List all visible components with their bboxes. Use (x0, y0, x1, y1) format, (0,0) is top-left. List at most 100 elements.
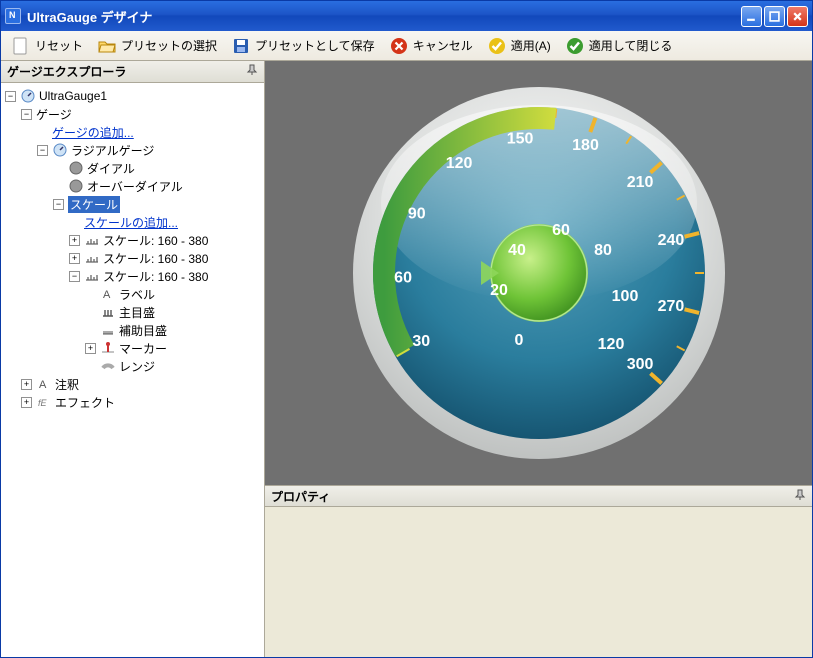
tree-row[interactable]: + マーカー (1, 339, 264, 357)
blank-page-icon (11, 36, 31, 56)
apply-close-button[interactable]: 適用して閉じる (559, 34, 679, 58)
tree-label[interactable]: 注釈 (55, 376, 79, 393)
tree-label[interactable]: スケール (68, 196, 120, 213)
svg-text:A: A (103, 289, 111, 301)
save-preset-button[interactable]: プリセットとして保存 (225, 34, 381, 58)
range-icon (100, 359, 116, 373)
expand-icon[interactable]: + (69, 253, 80, 264)
folder-open-icon (97, 36, 117, 56)
tree-label[interactable]: エフェクト (55, 394, 115, 411)
svg-text:80: 80 (594, 242, 612, 259)
tree-row[interactable]: + スケール: 160 - 380 (1, 249, 264, 267)
select-preset-label: プリセットの選択 (121, 37, 217, 54)
toolbar: リセット プリセットの選択 プリセットとして保存 キャンセル 適用(A) 適用し… (1, 31, 812, 61)
content: ゲージエクスプローラ −UltraGauge1−ゲージゲージの追加...−ラジア… (1, 61, 812, 657)
tree-label[interactable]: ラジアルゲージ (71, 142, 154, 159)
svg-text:150: 150 (506, 130, 533, 147)
tree-row[interactable]: −ゲージ (1, 105, 264, 123)
apply-label: 適用(A) (511, 37, 551, 54)
tree-label[interactable]: スケールの追加... (84, 214, 178, 231)
svg-text:240: 240 (657, 232, 684, 249)
tree-label[interactable]: UltraGauge1 (39, 89, 107, 103)
tree-label[interactable]: ダイアル (87, 160, 135, 177)
tree-row[interactable]: − UltraGauge1 (1, 87, 264, 105)
tree-row[interactable]: スケールの追加... (1, 213, 264, 231)
tree-row[interactable]: − ラジアルゲージ (1, 141, 264, 159)
expand-icon[interactable]: + (21, 379, 32, 390)
tree-row[interactable]: 補助目盛 (1, 321, 264, 339)
svg-text:120: 120 (597, 336, 624, 353)
expand-icon[interactable]: + (21, 397, 32, 408)
reset-label: リセット (35, 37, 83, 54)
expand-icon[interactable]: + (85, 343, 96, 354)
tree-row[interactable]: ダイアル (1, 159, 264, 177)
minimize-button[interactable] (741, 6, 762, 27)
tree-label[interactable]: オーバーダイアル (87, 178, 183, 195)
svg-text:20: 20 (490, 282, 508, 299)
tree-row[interactable]: A ラベル (1, 285, 264, 303)
tree-label[interactable]: 補助目盛 (119, 322, 167, 339)
tree-row[interactable]: + fE エフェクト (1, 393, 264, 411)
ok-icon (565, 36, 585, 56)
tree-label[interactable]: レンジ (119, 358, 155, 375)
close-button[interactable] (787, 6, 808, 27)
reset-button[interactable]: リセット (5, 34, 89, 58)
radial-gauge: 306090120150180210240270300 020406080100… (349, 83, 729, 463)
window-title: UltraGauge デザイナ (27, 7, 741, 26)
apply-icon (487, 36, 507, 56)
ticks-icon (100, 323, 116, 337)
ticks-icon (100, 305, 116, 319)
tree-label[interactable]: ラベル (119, 286, 155, 303)
pin-icon[interactable] (246, 64, 258, 79)
cancel-button[interactable]: キャンセル (383, 34, 479, 58)
explorer-title: ゲージエクスプローラ (7, 63, 126, 80)
svg-text:300: 300 (626, 356, 653, 373)
svg-text:60: 60 (394, 270, 412, 287)
gauge-icon (52, 143, 68, 157)
tree-row[interactable]: + スケール: 160 - 380 (1, 231, 264, 249)
select-preset-button[interactable]: プリセットの選択 (91, 34, 223, 58)
svg-text:90: 90 (407, 205, 425, 222)
tree-label[interactable]: 主目盛 (119, 304, 155, 321)
collapse-icon[interactable]: − (21, 109, 32, 120)
cancel-icon (389, 36, 409, 56)
tree-row[interactable]: ゲージの追加... (1, 123, 264, 141)
properties-header[interactable]: プロパティ (265, 485, 812, 507)
tree-row[interactable]: − スケール: 160 - 380 (1, 267, 264, 285)
scale-icon (84, 251, 100, 265)
titlebar[interactable]: UltraGauge デザイナ (1, 1, 812, 31)
gauge-preview: 306090120150180210240270300 020406080100… (265, 61, 812, 485)
collapse-icon[interactable]: − (37, 145, 48, 156)
maximize-button[interactable] (764, 6, 785, 27)
properties-title: プロパティ (271, 488, 330, 505)
svg-text:fE: fE (38, 398, 48, 408)
explorer-header[interactable]: ゲージエクスプローラ (1, 61, 264, 83)
app-window: UltraGauge デザイナ リセット プリセットの選択 プリセットとして保存… (0, 0, 813, 658)
expand-icon[interactable]: + (69, 235, 80, 246)
tree-row[interactable]: オーバーダイアル (1, 177, 264, 195)
save-icon (231, 36, 251, 56)
collapse-icon[interactable]: − (53, 199, 64, 210)
marker-icon (100, 341, 116, 355)
svg-text:120: 120 (445, 155, 472, 172)
tree-row[interactable]: 主目盛 (1, 303, 264, 321)
tree-label[interactable]: マーカー (119, 340, 167, 357)
svg-text:270: 270 (657, 298, 684, 315)
pin-icon[interactable] (794, 489, 806, 504)
tree[interactable]: −UltraGauge1−ゲージゲージの追加...−ラジアルゲージダイアルオーバ… (1, 83, 264, 657)
svg-text:30: 30 (412, 333, 430, 350)
tree-label[interactable]: スケール: 160 - 380 (103, 232, 208, 249)
tree-label[interactable]: スケール: 160 - 380 (103, 250, 208, 267)
tree-label[interactable]: ゲージの追加... (52, 124, 134, 141)
collapse-icon[interactable]: − (69, 271, 80, 282)
tree-row[interactable]: レンジ (1, 357, 264, 375)
tree-row[interactable]: −スケール (1, 195, 264, 213)
text-icon: A (36, 377, 52, 391)
svg-text:A: A (39, 379, 47, 391)
tree-label[interactable]: ゲージ (36, 106, 72, 123)
dial-icon (68, 161, 84, 175)
tree-row[interactable]: + A 注釈 (1, 375, 264, 393)
collapse-icon[interactable]: − (5, 91, 16, 102)
apply-button[interactable]: 適用(A) (481, 34, 557, 58)
tree-label[interactable]: スケール: 160 - 380 (103, 268, 208, 285)
